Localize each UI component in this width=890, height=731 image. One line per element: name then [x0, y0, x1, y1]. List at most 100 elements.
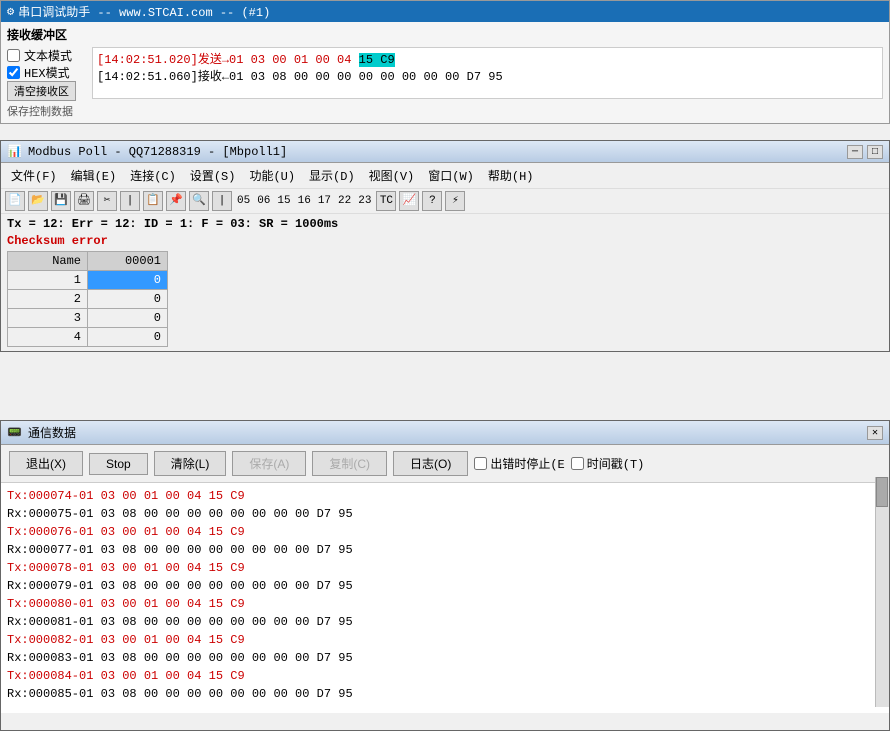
table-row[interactable]: 2 0	[8, 290, 168, 309]
modbus-title-text: Modbus Poll - QQ71288319 - [Mbpoll1]	[28, 145, 287, 159]
list-item: Tx:000076-01 03 00 01 00 04 15 C9	[7, 523, 883, 541]
hex-mode-row: HEX模式	[7, 64, 76, 81]
minimize-button[interactable]: ─	[847, 145, 863, 159]
serial-titlebar: ⚙ 串口调试助手 -- www.STCAI.com -- (#1)	[1, 1, 889, 22]
modbus-titlebar: 📊 Modbus Poll - QQ71288319 - [Mbpoll1] ─…	[1, 141, 889, 163]
scrollbar-thumb[interactable]	[876, 477, 888, 507]
menu-connect[interactable]: 连接(C)	[124, 165, 182, 186]
error-stop-checkbox-row: 出错时停止(E	[474, 455, 564, 472]
comm-toolbar: 退出(X) Stop 清除(L) 保存(A) 复制(C) 日志(O) 出错时停止…	[1, 445, 889, 483]
row-1-index: 1	[8, 271, 88, 290]
menu-edit[interactable]: 编辑(E)	[65, 165, 123, 186]
list-item: Tx:000074-01 03 00 01 00 04 15 C9	[7, 487, 883, 505]
clear-recv-button[interactable]: 清空接收区	[7, 81, 76, 101]
row-3-index: 3	[8, 309, 88, 328]
toolbar-cut[interactable]: ✂	[97, 191, 117, 211]
menu-function[interactable]: 功能(U)	[243, 165, 301, 186]
text-mode-row: 文本模式	[7, 47, 76, 64]
toolbar-search[interactable]: 🔍	[189, 191, 209, 211]
modbus-toolbar: 📄 📂 💾 🖨 ✂ | 📋 📌 🔍 | 05 06 15 16 17 22 23…	[1, 189, 889, 214]
list-item: Rx:000085-01 03 08 00 00 00 00 00 00 00 …	[7, 685, 883, 703]
toolbar-label-23: 23	[356, 195, 373, 207]
toolbar-open[interactable]: 📂	[28, 191, 48, 211]
comm-title-text: 通信数据	[28, 424, 76, 441]
list-item: Rx:000083-01 03 08 00 00 00 00 00 00 00 …	[7, 649, 883, 667]
list-item: Tx:000080-01 03 00 01 00 04 15 C9	[7, 595, 883, 613]
toolbar-save[interactable]: 💾	[51, 191, 71, 211]
modbus-poll-window: 📊 Modbus Poll - QQ71288319 - [Mbpoll1] ─…	[0, 140, 890, 352]
serial-other-label: 保存控制数据	[7, 103, 883, 119]
serial-body: 接收缓冲区 文本模式 HEX模式 清空接收区 [14:02:51.020]发送→…	[1, 22, 889, 123]
modbus-status: Tx = 12: Err = 12: ID = 1: F = 03: SR = …	[1, 214, 889, 234]
comm-log[interactable]: Tx:000074-01 03 00 01 00 04 15 C9Rx:0000…	[1, 483, 889, 713]
list-item: Tx:000078-01 03 00 01 00 04 15 C9	[7, 559, 883, 577]
toolbar-label-06: 06	[255, 195, 272, 207]
row-2-value: 0	[88, 290, 168, 309]
toolbar-copy[interactable]: 📋	[143, 191, 163, 211]
modbus-titlebar-controls: ─ □	[847, 145, 883, 159]
row-2-index: 2	[8, 290, 88, 309]
toolbar-label-16: 16	[296, 195, 313, 207]
toolbar-separator2: |	[212, 191, 232, 211]
log-send-prefix: [14:02:51.020]发送→01 03 00 01 00 04	[97, 53, 359, 67]
table-row[interactable]: 1 0	[8, 271, 168, 290]
clear-button[interactable]: 清除(L)	[154, 451, 227, 476]
text-mode-checkbox[interactable]	[7, 49, 20, 62]
comm-close-button[interactable]: ✕	[867, 426, 883, 440]
row-1-value: 0	[88, 271, 168, 290]
list-item: Tx:000084-01 03 00 01 00 04 15 C9	[7, 667, 883, 685]
table-header-name: Name	[8, 252, 88, 271]
error-stop-label: 出错时停止(E	[490, 455, 564, 472]
row-4-index: 4	[8, 328, 88, 347]
hex-mode-label: HEX模式	[24, 64, 70, 81]
menu-window[interactable]: 窗口(W)	[422, 165, 480, 186]
log-recv-line: [14:02:51.060]接收←01 03 08 00 00 00 00 00…	[97, 67, 878, 84]
save-button[interactable]: 保存(A)	[232, 451, 306, 476]
menu-file[interactable]: 文件(F)	[5, 165, 63, 186]
menu-settings[interactable]: 设置(S)	[184, 165, 242, 186]
serial-checkboxes: 文本模式 HEX模式 清空接收区	[7, 47, 76, 101]
toolbar-tc[interactable]: TC	[376, 191, 396, 211]
toolbar-label-17: 17	[316, 195, 333, 207]
comm-data-window: 📟 通信数据 ✕ 退出(X) Stop 清除(L) 保存(A) 复制(C) 日志…	[0, 420, 890, 731]
maximize-button[interactable]: □	[867, 145, 883, 159]
row-3-value: 0	[88, 309, 168, 328]
log-button[interactable]: 日志(O)	[393, 451, 468, 476]
timestamp-checkbox[interactable]	[571, 457, 584, 470]
table-row[interactable]: 4 0	[8, 328, 168, 347]
serial-debug-window: ⚙ 串口调试助手 -- www.STCAI.com -- (#1) 接收缓冲区 …	[0, 0, 890, 124]
hex-mode-checkbox[interactable]	[7, 66, 20, 79]
log-send-highlight: 15 C9	[359, 53, 395, 67]
comm-titlebar-left: 📟 通信数据	[7, 424, 76, 441]
exit-button[interactable]: 退出(X)	[9, 451, 83, 476]
toolbar-new[interactable]: 📄	[5, 191, 25, 211]
comm-titlebar: 📟 通信数据 ✕	[1, 421, 889, 445]
scrollbar[interactable]	[875, 477, 889, 707]
table-row[interactable]: 3 0	[8, 309, 168, 328]
modbus-error: Checksum error	[1, 234, 889, 251]
menu-help[interactable]: 帮助(H)	[482, 165, 540, 186]
error-stop-checkbox[interactable]	[474, 457, 487, 470]
toolbar-chart[interactable]: 📈	[399, 191, 419, 211]
log-send-line: [14:02:51.020]发送→01 03 00 01 00 04 15 C9	[97, 50, 878, 67]
toolbar-print[interactable]: 🖨	[74, 191, 94, 211]
toolbar-paste[interactable]: 📌	[166, 191, 186, 211]
serial-title-text: 串口调试助手 -- www.STCAI.com -- (#1)	[18, 3, 270, 20]
toolbar-separator1: |	[120, 191, 140, 211]
serial-title-icon: ⚙	[7, 4, 14, 19]
serial-log: [14:02:51.020]发送→01 03 00 01 00 04 15 C9…	[92, 47, 883, 99]
toolbar-label-05: 05	[235, 195, 252, 207]
toolbar-label-15: 15	[275, 195, 292, 207]
copy-button[interactable]: 复制(C)	[312, 451, 387, 476]
list-item: Rx:000075-01 03 08 00 00 00 00 00 00 00 …	[7, 505, 883, 523]
list-item: Tx:000082-01 03 00 01 00 04 15 C9	[7, 631, 883, 649]
toolbar-info[interactable]: ?	[422, 191, 442, 211]
menu-display[interactable]: 显示(D)	[303, 165, 361, 186]
row-4-value: 0	[88, 328, 168, 347]
stop-button[interactable]: Stop	[89, 453, 148, 475]
menu-view[interactable]: 视图(V)	[363, 165, 421, 186]
toolbar-label-22: 22	[336, 195, 353, 207]
list-item: Rx:000079-01 03 08 00 00 00 00 00 00 00 …	[7, 577, 883, 595]
list-item: Rx:000077-01 03 08 00 00 00 00 00 00 00 …	[7, 541, 883, 559]
toolbar-extra[interactable]: ⚡	[445, 191, 465, 211]
